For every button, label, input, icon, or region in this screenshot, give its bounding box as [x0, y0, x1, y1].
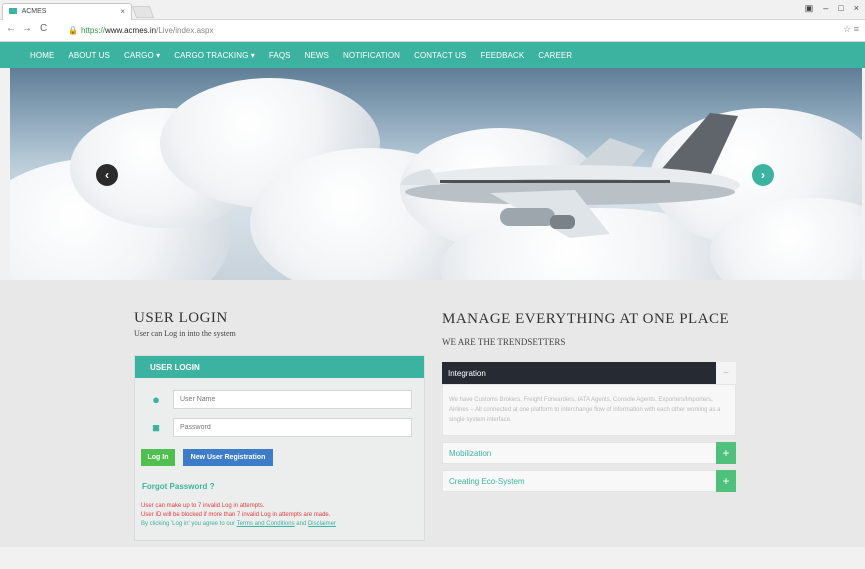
slider-next-button[interactable]: › [752, 164, 774, 186]
tab-strip: ACMES × ▣ – □ × [0, 0, 865, 20]
slider-prev-button[interactable]: ‹ [96, 164, 118, 186]
url-protocol: https:// [80, 26, 105, 35]
back-icon[interactable]: ← [6, 23, 16, 34]
login-section: USER LOGIN User can Log in into the syst… [134, 310, 425, 541]
secure-lock-icon: 🔒 [68, 26, 78, 35]
browser-tab[interactable]: ACMES × [2, 3, 132, 20]
login-heading: USER LOGIN [134, 310, 228, 326]
login-buttons: Log In New User Registration [141, 449, 424, 466]
airplane-image [400, 113, 740, 238]
user-profile-icon[interactable]: ▣ [805, 3, 814, 14]
terms-link[interactable]: Terms and Conditions [237, 521, 295, 527]
expand-plus-icon[interactable]: + [716, 470, 736, 492]
manage-section: MANAGE EVERYTHING AT ONE PLACE WE ARE TH… [442, 310, 736, 492]
maximize-icon[interactable]: □ [838, 3, 843, 14]
nav-faqs[interactable]: FAQS [269, 51, 291, 60]
nav-about-us[interactable]: ABOUT US [68, 51, 110, 60]
new-tab-button[interactable] [131, 6, 155, 18]
accordion-mobilization-title: Mobilization [449, 449, 492, 458]
nav-home[interactable]: HOME [30, 51, 54, 60]
site-navigation: HOME ABOUT US CARGO ▾ CARGO TRACKING ▾ F… [0, 42, 865, 68]
password-row: ■ [146, 418, 412, 437]
nav-feedback[interactable]: FEEDBACK [480, 51, 524, 60]
manage-subheading: WE ARE THE TRENDSETTERS [442, 337, 566, 347]
nav-career[interactable]: CAREER [538, 51, 572, 60]
login-subheading: User can Log in into the system [134, 329, 236, 338]
accordion-mobilization-header[interactable]: Mobilization + [442, 442, 736, 464]
url-path: /Live/index.aspx [156, 26, 214, 35]
expand-plus-icon[interactable]: + [716, 442, 736, 464]
nav-cargo[interactable]: CARGO ▾ [124, 51, 160, 60]
url-host: www.acmes.in [104, 26, 157, 35]
disclaimer-link[interactable]: Disclaimer [308, 521, 336, 527]
lock-icon: ■ [152, 420, 160, 435]
window-controls: ▣ – □ × [805, 3, 859, 14]
minimize-icon[interactable]: – [823, 3, 828, 14]
accordion-ecosystem-title: Creating Eco-System [449, 477, 525, 486]
username-row: ● [146, 390, 412, 409]
address-bar-row: ← → C 🔒 https://www.acmes.in/Live/index.a… [0, 20, 865, 42]
address-field[interactable]: 🔒 https://www.acmes.in/Live/index.aspx [64, 23, 835, 38]
forgot-password-link[interactable]: Forgot Password ? [142, 482, 424, 491]
terms-note: By clicking 'Log in' you agree to our Te… [141, 520, 424, 529]
accordion-integration-header[interactable]: Integration − [442, 362, 736, 384]
hero-slider: ‹ › [10, 68, 862, 280]
nav-cargo-tracking[interactable]: CARGO TRACKING ▾ [174, 51, 255, 60]
accordion-integration-body: We have Customs Brokers, Freight Forward… [442, 384, 736, 436]
register-button[interactable]: New User Registration [183, 449, 273, 466]
terms-note-and: and [294, 521, 308, 527]
user-icon: ● [152, 392, 160, 407]
login-blocked-note: User ID will be blocked if more than 7 i… [141, 512, 331, 518]
browser-window: ACMES × ▣ – □ × ← → C 🔒 https://www.acmes… [0, 0, 865, 569]
tab-close-icon[interactable]: × [120, 7, 125, 16]
nav-news[interactable]: NEWS [305, 51, 329, 60]
login-panel-title: USER LOGIN [135, 356, 424, 378]
nav-contact-us[interactable]: CONTACT US [414, 51, 466, 60]
login-attempts-note: User can make up to 7 invalid Log in att… [141, 503, 265, 509]
collapse-icon[interactable]: − [716, 362, 736, 384]
favicon-icon [9, 8, 17, 15]
bookmark-star-icon[interactable]: ☆ ≡ [843, 24, 859, 35]
login-panel: USER LOGIN ● ■ Log In New User Registrat… [134, 355, 425, 541]
username-input[interactable] [173, 390, 412, 409]
reload-icon[interactable]: C [40, 23, 47, 34]
accordion: Integration − We have Customs Brokers, F… [442, 362, 736, 492]
password-input[interactable] [173, 418, 412, 437]
tab-title: ACMES [21, 8, 47, 15]
manage-heading: MANAGE EVERYTHING AT ONE PLACE [442, 311, 730, 327]
terms-note-prefix: By clicking 'Log in' you agree to our [141, 521, 237, 527]
forward-icon[interactable]: → [22, 23, 32, 34]
nav-notification[interactable]: NOTIFICATION [343, 51, 400, 60]
accordion-ecosystem-header[interactable]: Creating Eco-System + [442, 470, 736, 492]
login-button[interactable]: Log In [141, 449, 175, 466]
main-content: USER LOGIN User can Log in into the syst… [0, 280, 865, 547]
close-window-icon[interactable]: × [854, 3, 859, 14]
accordion-integration-title: Integration [448, 369, 486, 378]
